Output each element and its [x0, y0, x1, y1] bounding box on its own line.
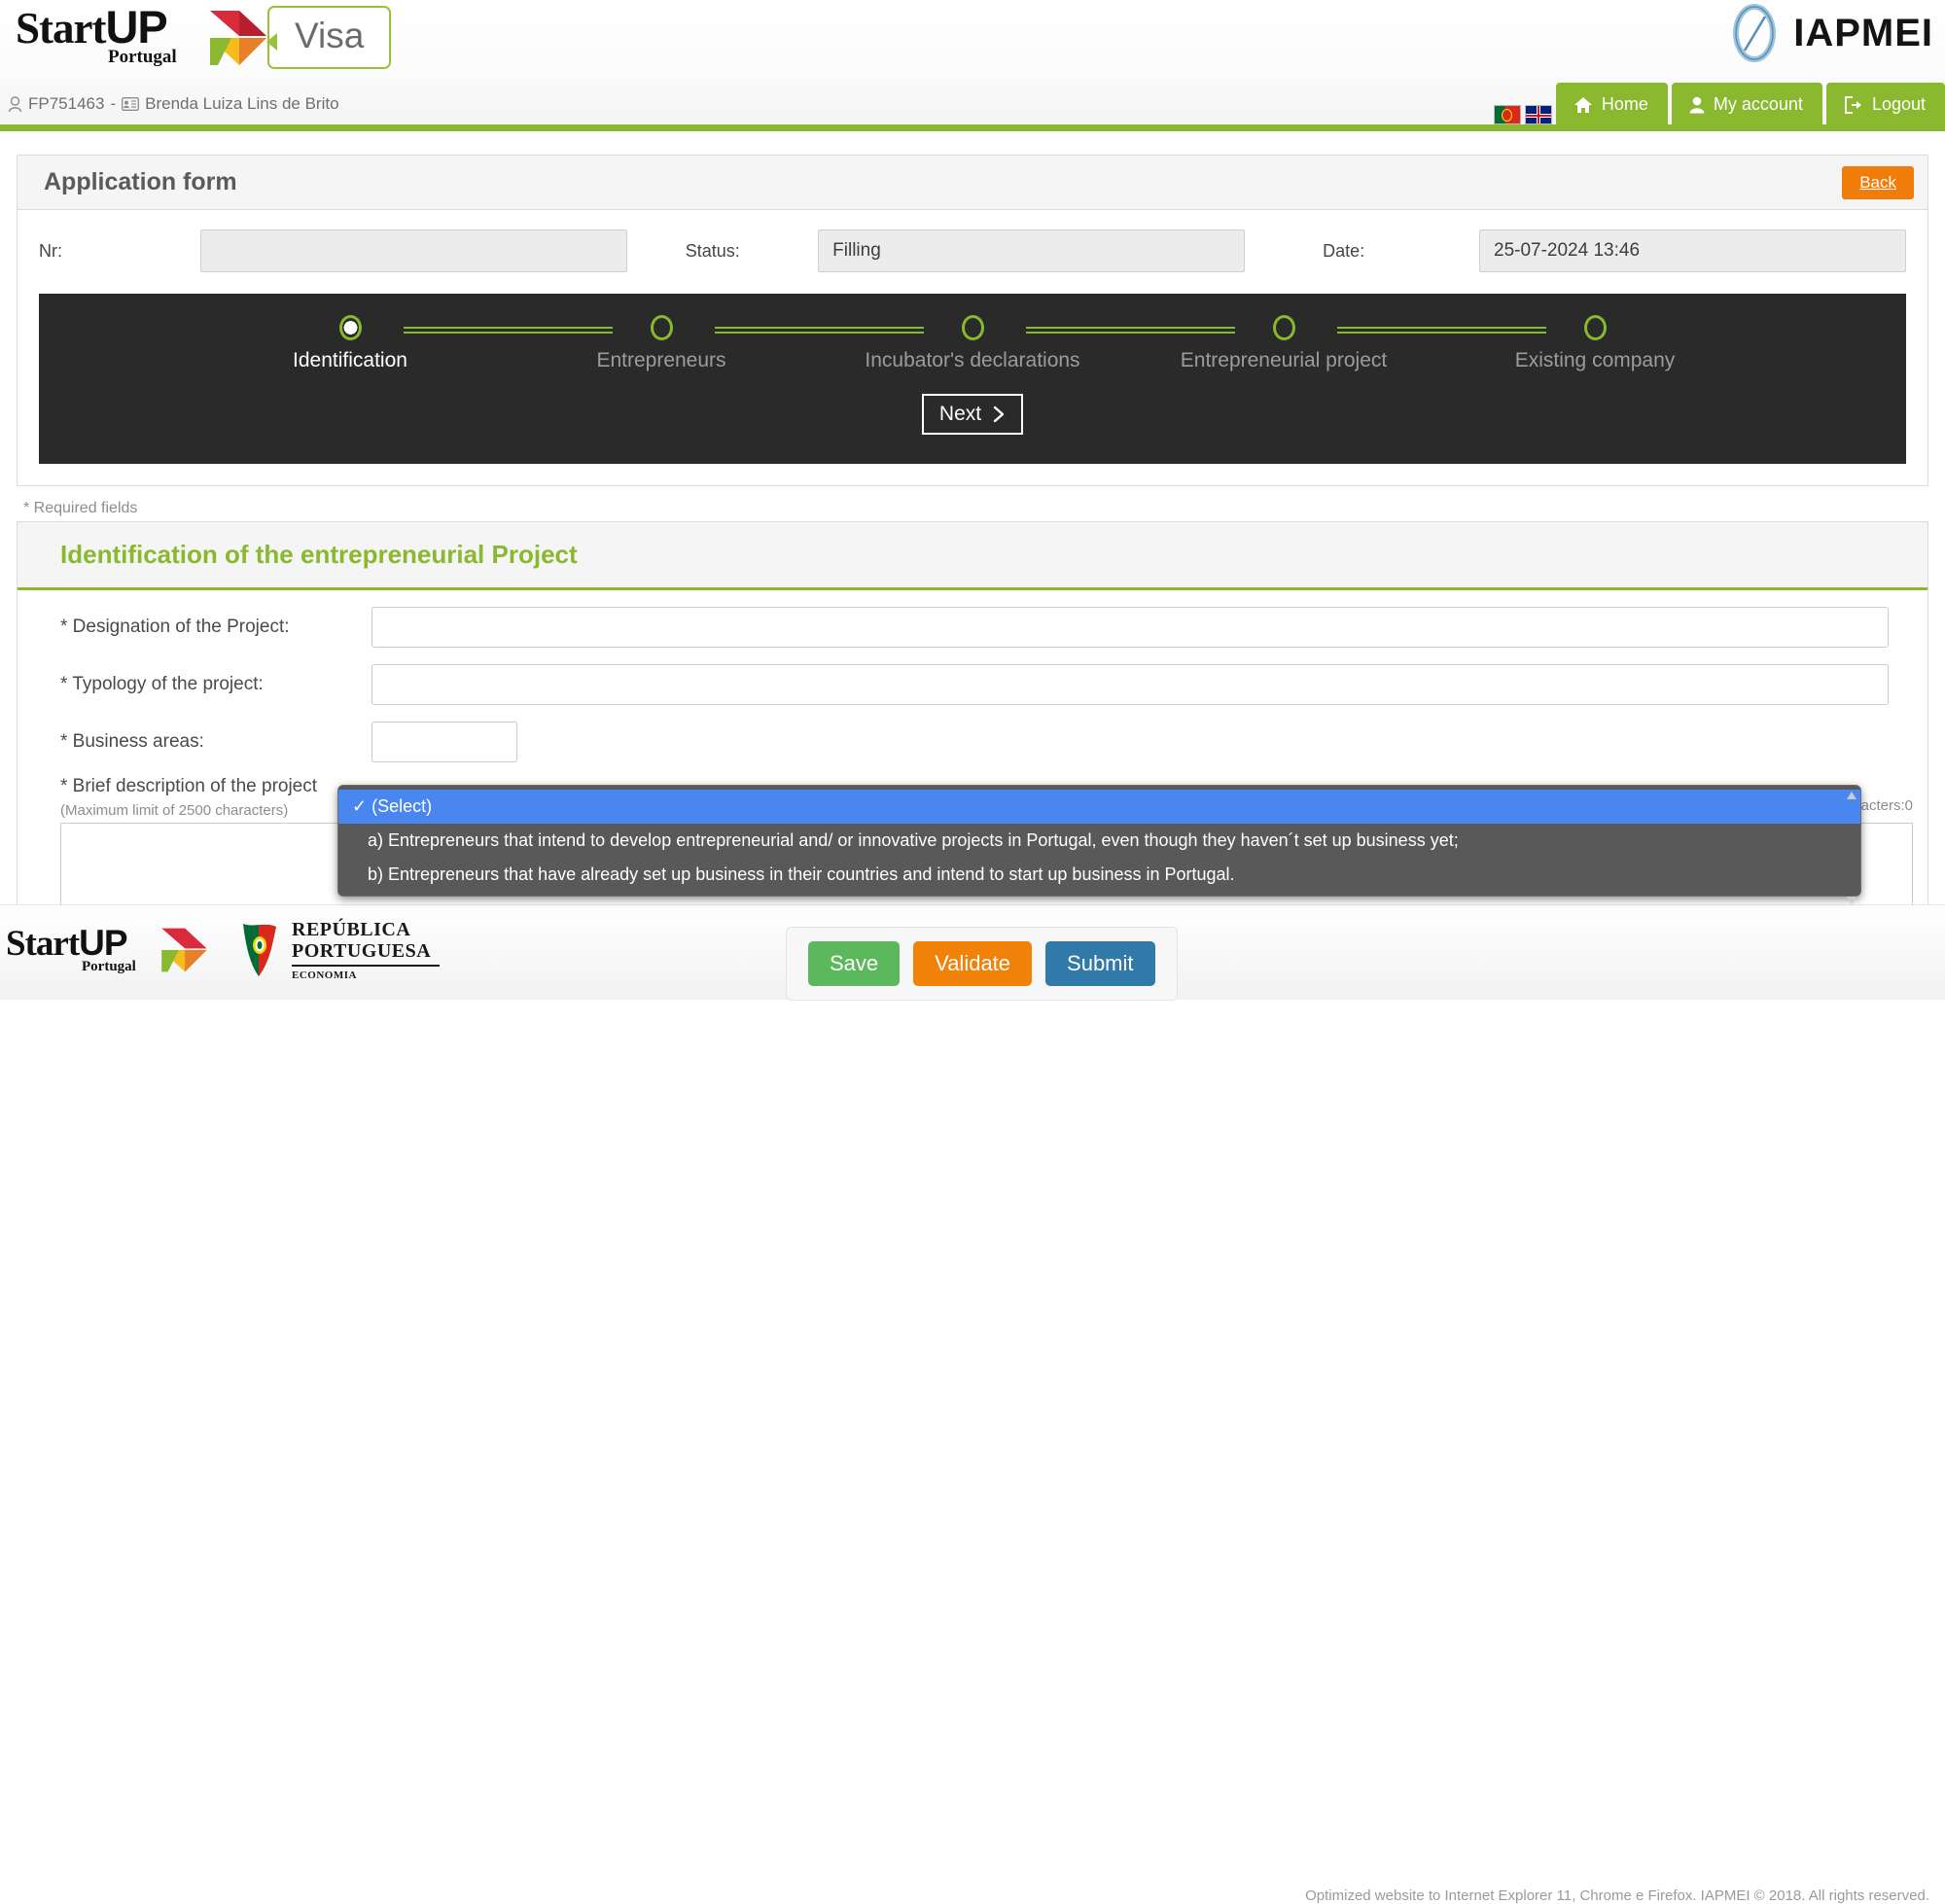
section-title: Identification of the entrepreneurial Pr…: [60, 540, 578, 569]
section-header: Identification of the entrepreneurial Pr…: [18, 522, 1927, 590]
dropdown-option-a[interactable]: a) Entrepreneurs that intend to develop …: [338, 824, 1860, 858]
republica-line1: REPÚBLICA: [292, 919, 411, 940]
nav-home-button[interactable]: Home: [1555, 83, 1668, 128]
footer-startup-logo: StartUP Portugal: [6, 923, 207, 977]
logged-user-line: FP751463 - Brenda Luiza Lins de Brito: [8, 94, 339, 114]
designation-label: * Designation of the Project:: [60, 617, 290, 637]
form-action-bar: Save Validate Submit: [786, 927, 1178, 1001]
step-dot-icon: [1583, 315, 1607, 340]
step-label: Incubator's declarations: [865, 349, 1080, 371]
step-dot-icon: [961, 315, 984, 340]
nav-home-label: Home: [1601, 94, 1648, 114]
stepper-step-entrepreneurs[interactable]: Entrepreneurs: [506, 315, 924, 372]
portuguese-flag-icon[interactable]: [1493, 105, 1521, 124]
user-line-separator: -: [110, 94, 117, 113]
typology-dropdown-list[interactable]: ✓ (Select) a) Entrepreneurs that intend …: [337, 785, 1861, 904]
chevron-logo-icon: [210, 11, 266, 65]
typology-select[interactable]: [371, 664, 1889, 705]
status-field: Filling: [818, 229, 1246, 272]
republica-text: REPÚBLICA PORTUGUESA ECONOMIA: [292, 919, 440, 981]
republica-line2: PORTUGUESA: [292, 940, 432, 962]
dropdown-option-select[interactable]: ✓ (Select): [338, 790, 1860, 824]
home-icon: [1574, 96, 1592, 113]
page-title: Application form: [44, 168, 237, 195]
typology-label: * Typology of the project:: [60, 674, 264, 694]
date-label: Date:: [1323, 240, 1365, 261]
stepper-step-entrepreneurial-project[interactable]: Entrepreneurial project: [1128, 315, 1546, 372]
footer-brand-subtext: Portugal: [82, 959, 136, 974]
step-label: Entrepreneurs: [596, 349, 726, 371]
dropdown-scrollbar[interactable]: [1845, 790, 1858, 906]
header-nav: Home My account Logout: [1493, 83, 1945, 128]
nr-field: [199, 229, 627, 272]
stepper-steps: Identification Entrepreneurs Incubator's…: [39, 315, 1906, 372]
step-dot-icon: [338, 315, 362, 340]
person-icon: [8, 95, 22, 112]
main-content: Application form Back Nr: Status: Fillin…: [0, 155, 1945, 974]
iapmei-wordmark: IAPMEI: [1793, 11, 1933, 54]
visa-label: Visa: [267, 5, 392, 69]
business-areas-label: * Business areas:: [60, 731, 204, 752]
republica-rule: [292, 965, 440, 967]
description-hint: (Maximum limit of 2500 characters): [60, 802, 289, 819]
back-button[interactable]: Back: [1842, 165, 1914, 199]
footer-chevron-logo-icon: [161, 928, 207, 972]
required-fields-note: * Required fields: [23, 500, 138, 516]
step-dot-icon: [650, 315, 673, 340]
top-header: StartUP Portugal Visa IAPMEI FP751463 -: [0, 0, 1945, 128]
step-dot-icon: [1272, 315, 1295, 340]
stepper-step-incubators-declarations[interactable]: Incubator's declarations: [817, 315, 1235, 372]
step-label: Entrepreneurial project: [1180, 349, 1388, 371]
application-meta-row: Nr: Status: Filling Date: 25-07-2024 13:…: [18, 210, 1927, 282]
nr-label: Nr:: [39, 240, 62, 261]
status-label: Status:: [685, 240, 740, 261]
chevron-right-icon: [993, 405, 1005, 423]
business-areas-input[interactable]: [371, 722, 517, 762]
field-row-designation: * Designation of the Project:: [18, 590, 1927, 648]
copyright-text: Optimized website to Internet Explorer 1…: [1305, 1887, 1929, 1904]
user-name: Brenda Luiza Lins de Brito: [145, 94, 339, 113]
next-button-label: Next: [938, 403, 982, 425]
dropdown-option-b[interactable]: b) Entrepreneurs that have already set u…: [338, 858, 1860, 892]
portuguese-shield-icon: [243, 924, 276, 976]
date-field: 25-07-2024 13:46: [1479, 229, 1907, 272]
nav-my-account-button[interactable]: My account: [1671, 83, 1822, 128]
save-button[interactable]: Save: [808, 941, 901, 986]
english-flag-icon[interactable]: [1524, 105, 1552, 124]
brand-wordmark: StartUP: [16, 1, 168, 53]
application-form-panel: Application form Back Nr: Status: Fillin…: [17, 155, 1928, 486]
brand-subtext: Portugal: [108, 47, 177, 67]
next-button[interactable]: Next: [921, 394, 1024, 435]
stepper-step-existing-company[interactable]: Existing company: [1439, 315, 1750, 372]
nav-my-account-label: My account: [1713, 94, 1803, 114]
stepper-step-identification[interactable]: Identification: [194, 315, 613, 372]
field-row-typology: * Typology of the project:: [18, 648, 1927, 705]
republica-portuguesa-logo: REPÚBLICA PORTUGUESA ECONOMIA: [239, 919, 440, 981]
nav-logout-label: Logout: [1871, 94, 1926, 114]
logout-icon: [1844, 95, 1861, 114]
iapmei-ring-icon: [1733, 4, 1777, 62]
user-id: FP751463: [28, 94, 105, 113]
visa-notch: [266, 33, 277, 51]
submit-button[interactable]: Submit: [1045, 941, 1155, 986]
field-row-business-areas: * Business areas:: [18, 705, 1927, 762]
user-icon: [1689, 96, 1705, 113]
step-label: Identification: [293, 349, 407, 371]
step-label: Existing company: [1514, 349, 1676, 371]
next-button-wrap: Next: [39, 394, 1906, 435]
form-stepper: Identification Entrepreneurs Incubator's…: [39, 294, 1906, 464]
footer-logos: StartUP Portugal REPÚBLICA PORTUGUESA EC…: [6, 919, 440, 981]
id-card-icon: [122, 97, 140, 111]
application-form-header: Application form Back: [18, 156, 1927, 210]
designation-input[interactable]: [371, 607, 1889, 648]
republica-line3: ECONOMIA: [292, 970, 357, 981]
startup-portugal-logo[interactable]: StartUP Portugal Visa: [16, 1, 392, 70]
validate-button[interactable]: Validate: [913, 941, 1033, 986]
nav-logout-button[interactable]: Logout: [1825, 83, 1945, 128]
iapmei-logo: IAPMEI: [1725, 4, 1933, 62]
startup-logo-mark: StartUP Portugal: [16, 1, 266, 70]
